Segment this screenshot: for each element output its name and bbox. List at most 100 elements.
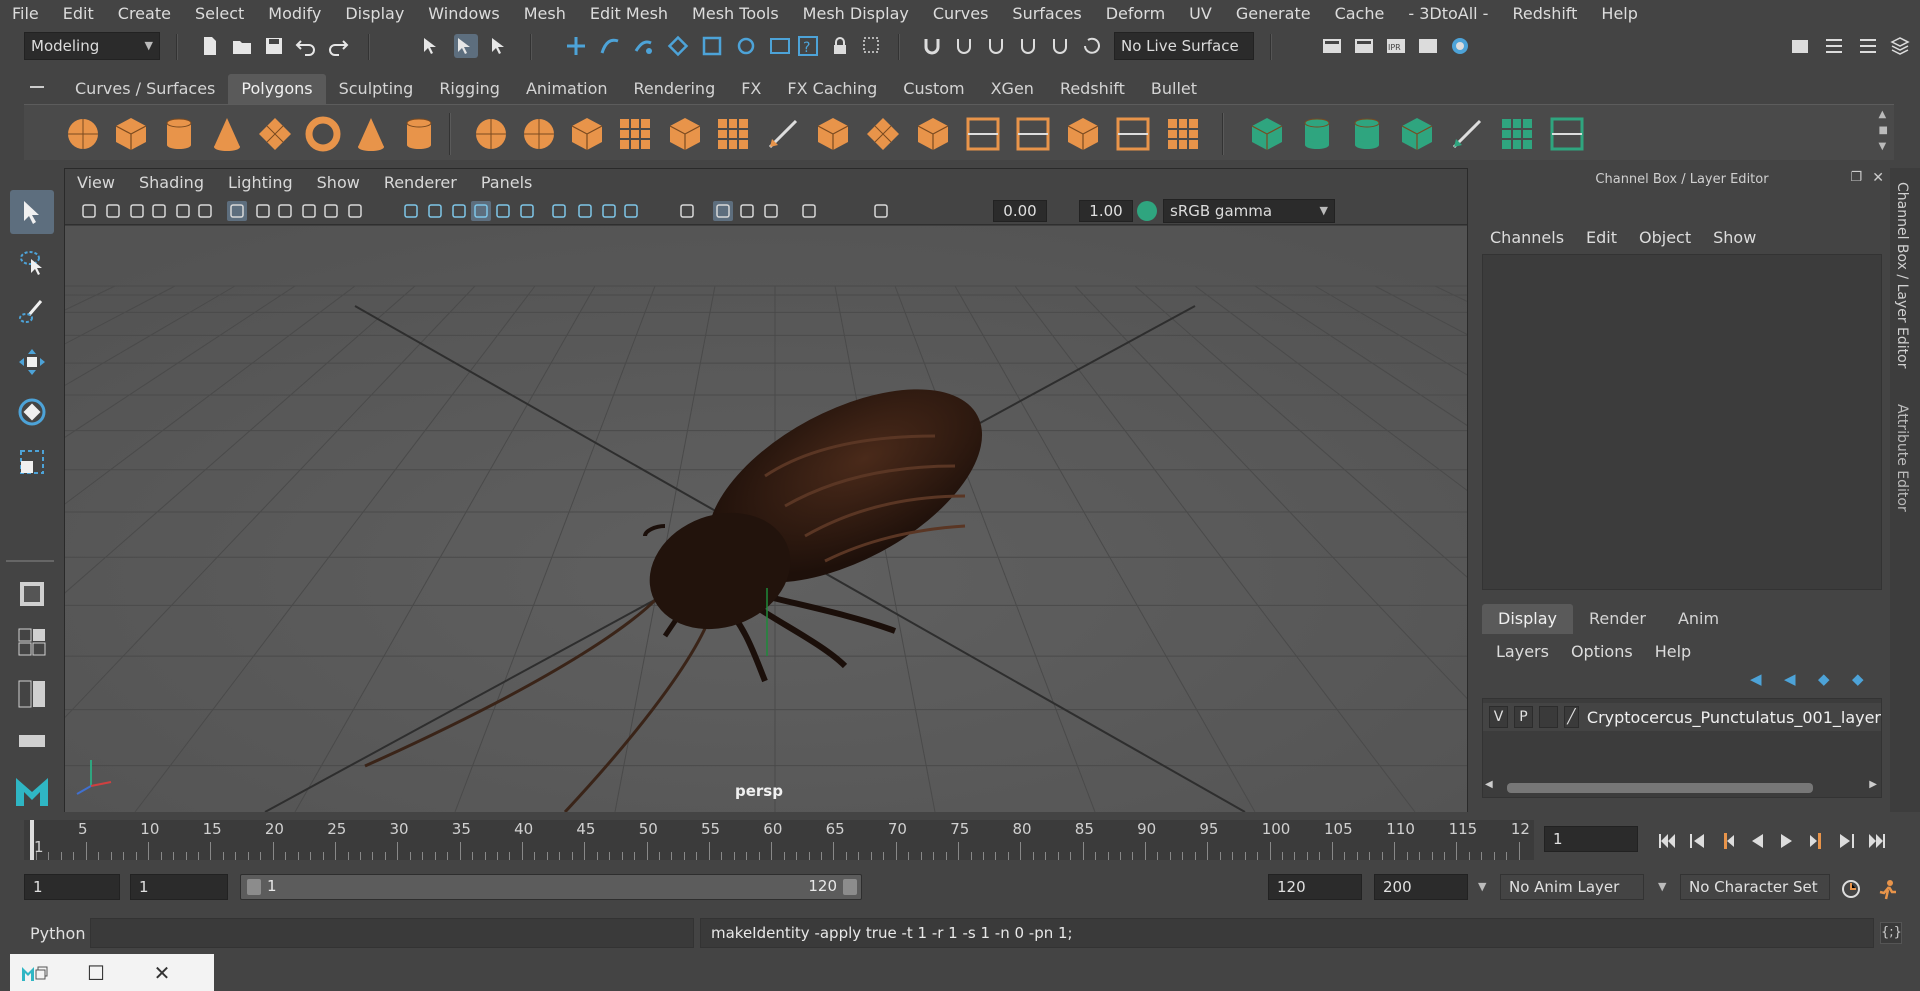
xray-components-icon[interactable] [761,201,781,221]
color-management-toggle-icon[interactable] [1137,201,1157,221]
go-to-start-icon[interactable] [1656,830,1678,852]
modeling-toolkit-icon[interactable] [1788,34,1812,58]
anim-layer-dropdown[interactable]: No Anim Layer [1500,874,1644,900]
make-live-icon[interactable] [734,34,758,58]
side-tab-channel-box[interactable]: Channel Box / Layer Editor [1894,182,1910,368]
tab-fx[interactable]: FX [728,74,774,104]
motion-blur-icon[interactable] [575,201,595,221]
menu-windows[interactable]: Windows [416,0,511,28]
lock-icon[interactable] [828,34,852,58]
insert-edge-loop-icon[interactable] [964,115,1002,153]
step-forward-frame-icon[interactable] [1806,830,1828,852]
new-layer-from-selection-icon[interactable]: ◆ [1852,670,1864,688]
lights-icon[interactable] [493,201,513,221]
snap-curve-icon[interactable] [598,34,622,58]
snap-view-plane-icon[interactable] [700,34,724,58]
viewport-menu-lighting[interactable]: Lighting [216,169,305,197]
xray-icon[interactable] [713,201,733,221]
step-back-key-icon[interactable] [1686,830,1708,852]
side-tab-attribute-editor[interactable]: Attribute Editor [1894,404,1910,512]
window-maximize-icon[interactable]: ☐ [60,954,132,991]
range-slider[interactable]: 1 120 [240,874,862,900]
redo-icon[interactable] [326,34,350,58]
tab-redshift[interactable]: Redshift [1047,74,1138,104]
tab-bullet[interactable]: Bullet [1138,74,1210,104]
character-set-dropdown[interactable]: No Character Set [1680,874,1830,900]
animation-preferences-icon[interactable] [1876,878,1900,902]
soft-select-snap-icon[interactable] [1048,34,1072,58]
render-frame-icon[interactable] [1352,34,1376,58]
tab-anim[interactable]: Anim [1662,604,1735,634]
ambient-occlusion-icon[interactable] [549,201,569,221]
uv-editor-icon[interactable] [1498,115,1536,153]
time-slider[interactable]: 1 5 10 15 20 25 30 35 40 45 50 55 60 65 70 75 80 85 90 95 10… [24,820,1534,860]
animation-end-field[interactable]: 200 [1374,874,1468,900]
torus-icon[interactable] [304,115,342,153]
bookmark-icon[interactable] [127,201,147,221]
resolution-gate-icon[interactable] [275,201,295,221]
menu-layers[interactable]: Layers [1496,642,1549,661]
paint-snap-icon[interactable] [984,34,1008,58]
lasso-snap-icon[interactable] [952,34,976,58]
bevel-icon[interactable] [666,115,704,153]
viewport-menu-view[interactable]: View [65,169,127,197]
tab-custom[interactable]: Custom [890,74,977,104]
sphere-icon[interactable] [64,115,102,153]
menu-modify[interactable]: Modify [256,0,333,28]
single-view-layout-icon[interactable] [10,572,54,616]
unfold-uv-icon[interactable] [1448,115,1486,153]
cone-icon[interactable] [208,115,246,153]
channel-box-area[interactable] [1482,254,1882,590]
layer-display-type-toggle[interactable] [1538,706,1558,728]
layer-list-scrollbar[interactable]: ◀ ▶ [1483,779,1881,795]
hypershade-icon[interactable] [1448,34,1472,58]
render-view-window-icon[interactable] [1416,34,1440,58]
tab-render[interactable]: Render [1573,604,1662,634]
lasso-tool-icon[interactable] [10,240,54,284]
tab-xgen[interactable]: XGen [978,74,1047,104]
save-scene-icon[interactable] [262,34,286,58]
menu-mesh-tools[interactable]: Mesh Tools [680,0,791,28]
new-scene-icon[interactable] [198,34,222,58]
menu-uv[interactable]: UV [1177,0,1224,28]
isolate-select-icon[interactable] [677,201,697,221]
select-camera-icon[interactable] [79,201,99,221]
tab-animation[interactable]: Animation [513,74,621,104]
shadows-icon[interactable] [517,201,537,221]
outliner-layout-icon[interactable] [10,674,54,714]
gate-mask-icon[interactable] [299,201,319,221]
move-layer-down-icon[interactable]: ◀ [1784,670,1796,688]
tab-curves-surfaces[interactable]: Curves / Surfaces [62,74,228,104]
layer-name[interactable]: Cryptocercus_Punctulatus_001_layer [1587,708,1881,727]
gamma-field[interactable]: 1.00 [1079,200,1133,222]
viewport-menu-shading[interactable]: Shading [127,169,216,197]
menu-redshift[interactable]: Redshift [1500,0,1589,28]
window-close-icon[interactable]: ✕ [132,954,192,991]
menu-3dtoall[interactable]: - 3DtoAll - [1396,0,1500,28]
command-language-toggle[interactable]: Python [30,924,85,943]
menu-cache[interactable]: Cache [1323,0,1397,28]
step-back-frame-icon[interactable] [1716,830,1738,852]
menu-help[interactable]: Help [1655,642,1691,661]
menu-edit[interactable]: Edit [1586,228,1617,247]
separate-icon[interactable] [520,115,558,153]
combine-icon[interactable] [472,115,510,153]
tab-sculpting[interactable]: Sculpting [326,74,427,104]
playback-start-field[interactable]: 1 [130,874,228,900]
target-weld-icon[interactable] [1114,115,1152,153]
attribute-editor-toggle-icon[interactable] [1822,34,1846,58]
menu-options[interactable]: Options [1571,642,1633,661]
layer-color-swatch[interactable]: ╱ [1563,706,1579,728]
extrude-icon[interactable] [714,115,752,153]
exposure-icon[interactable] [799,201,819,221]
layout-toggle-icon[interactable] [10,726,54,756]
tool-settings-toggle-icon[interactable] [1856,34,1880,58]
channel-box-toggle-icon[interactable] [1888,34,1912,58]
mirror-icon[interactable] [568,115,606,153]
magnet-snap-icon[interactable] [920,34,944,58]
chevron-down-icon[interactable]: ▼ [1658,880,1666,893]
layer-visibility-toggle[interactable]: V [1489,706,1508,728]
multi-cut-icon[interactable] [764,115,802,153]
xray-joints-icon[interactable] [737,201,757,221]
fill-hole-icon[interactable] [914,115,952,153]
